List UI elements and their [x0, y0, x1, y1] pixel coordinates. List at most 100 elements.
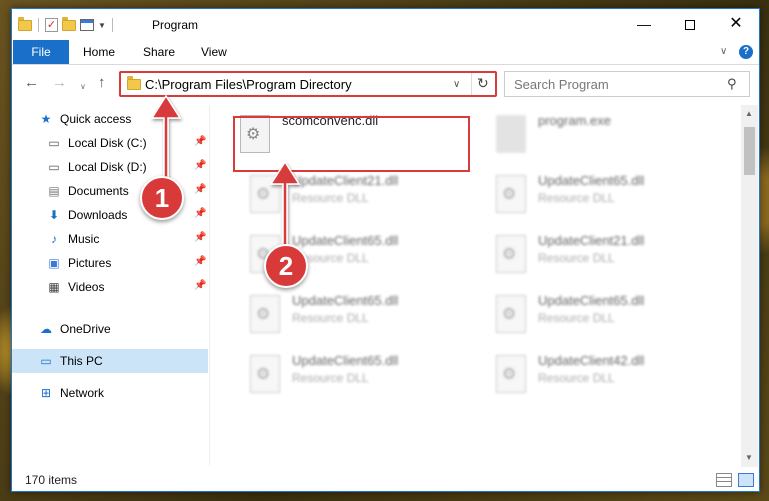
pin-icon[interactable]: 📌: [194, 136, 206, 147]
address-bar[interactable]: C:\Program Files\Program Directory ∨ ↻: [119, 71, 497, 97]
exe-file-icon: [496, 115, 526, 153]
search-placeholder[interactable]: Search Program: [514, 77, 609, 92]
star-icon: ★: [40, 112, 52, 126]
documents-icon: ▤: [48, 184, 60, 198]
file-name: UpdateClient42.dll: [538, 353, 645, 368]
folder-icon: [18, 16, 32, 31]
ribbon-tabs: File Home Share View ∨ ?: [12, 40, 759, 65]
explorer-window: ✓ ▼ Program — ✕ File Home Share View ∨ ?…: [11, 8, 760, 492]
file-item[interactable]: UpdateClient42.dll Resource DLL: [492, 349, 732, 403]
forward-arrow-icon[interactable]: →: [52, 73, 67, 93]
dll-file-icon: [496, 355, 526, 393]
pin-icon[interactable]: 📌: [194, 256, 206, 267]
file-item-scomconvenc[interactable]: scomconvenc.dll: [236, 109, 476, 163]
item-count: 170 items: [25, 473, 78, 487]
dll-file-icon: [496, 295, 526, 333]
properties-icon[interactable]: [80, 19, 94, 31]
sidebar-item-local-disk-d[interactable]: ▭ Local Disk (D:) 📌: [12, 155, 208, 179]
new-folder-icon[interactable]: [62, 16, 76, 31]
address-dropdown-icon[interactable]: ∨: [453, 79, 460, 90]
address-path[interactable]: C:\Program Files\Program Directory: [145, 77, 352, 92]
status-bar: 170 items: [12, 469, 759, 491]
sidebar-item-onedrive[interactable]: ☁ OneDrive: [12, 317, 208, 341]
pictures-icon: ▣: [48, 256, 60, 270]
tab-view[interactable]: View: [201, 40, 227, 64]
maximize-button[interactable]: [667, 9, 713, 39]
computer-icon: ▭: [40, 354, 52, 368]
callout-step-2: 2: [264, 244, 308, 288]
scroll-thumb[interactable]: [744, 127, 755, 175]
sidebar-item-music[interactable]: ♪ Music 📌: [12, 227, 208, 251]
expand-ribbon-icon[interactable]: ∨: [720, 46, 727, 57]
dll-file-icon: [250, 355, 280, 393]
sidebar-item-pictures[interactable]: ▣ Pictures 📌: [12, 251, 208, 275]
help-icon[interactable]: ?: [739, 45, 753, 59]
sidebar-item-label: Videos: [68, 280, 105, 294]
sidebar-item-label: Network: [60, 386, 105, 400]
file-type: Resource DLL: [292, 191, 369, 205]
pin-icon[interactable]: 📌: [194, 280, 206, 291]
music-icon: ♪: [51, 232, 57, 246]
recent-locations-icon[interactable]: ∨: [80, 77, 86, 97]
sidebar-item-videos[interactable]: ▦ Videos 📌: [12, 275, 208, 299]
back-arrow-icon[interactable]: ←: [24, 73, 39, 93]
search-box[interactable]: Search Program ⚲: [504, 71, 750, 97]
customize-dropdown-icon[interactable]: ▼: [98, 21, 106, 30]
scroll-down-icon[interactable]: ▼: [745, 453, 753, 462]
pin-icon[interactable]: 📌: [194, 232, 206, 243]
tab-home[interactable]: Home: [83, 40, 115, 64]
close-button[interactable]: ✕: [713, 9, 759, 39]
file-item[interactable]: UpdateClient21.dll Resource DLL: [246, 169, 486, 223]
callout-step-1: 1: [140, 176, 184, 220]
file-name: UpdateClient65.dll: [292, 353, 399, 368]
sidebar-item-label: This PC: [60, 354, 103, 368]
address-divider: [471, 73, 472, 95]
drive-icon: ▭: [48, 136, 60, 150]
navigation-pane: ★ Quick access ▭ Local Disk (C:) 📌 ▭ Loc…: [12, 105, 208, 465]
up-arrow-icon[interactable]: ↑: [98, 73, 106, 93]
file-item[interactable]: UpdateClient65.dll Resource DLL: [492, 169, 732, 223]
dll-file-icon: [240, 115, 270, 153]
file-type: Resource DLL: [538, 251, 615, 265]
file-type: Resource DLL: [538, 371, 615, 385]
dll-file-icon: [250, 175, 280, 213]
pin-icon[interactable]: 📌: [194, 184, 206, 195]
properties-check-icon[interactable]: ✓: [45, 18, 58, 32]
sidebar-item-label: Pictures: [68, 256, 112, 270]
file-name: UpdateClient65.dll: [538, 173, 645, 188]
file-type: Resource DLL: [292, 371, 369, 385]
title-bar: ✓ ▼ Program — ✕: [12, 9, 759, 39]
refresh-icon[interactable]: ↻: [477, 75, 489, 92]
download-icon: ⬇: [48, 208, 60, 222]
file-item[interactable]: UpdateClient65.dll Resource DLL: [492, 289, 732, 343]
maximize-icon: [685, 20, 695, 31]
file-item[interactable]: UpdateClient65.dll Resource DLL: [246, 289, 486, 343]
minimize-button[interactable]: —: [621, 9, 667, 39]
tab-share[interactable]: Share: [143, 40, 175, 64]
sidebar-item-quick-access[interactable]: ★ Quick access: [12, 107, 208, 131]
pin-icon[interactable]: 📌: [194, 208, 206, 219]
sidebar-item-label: Music: [68, 232, 100, 246]
scroll-up-icon[interactable]: ▲: [745, 109, 753, 118]
details-view-icon[interactable]: [716, 473, 732, 487]
sidebar-item-this-pc[interactable]: ▭ This PC: [12, 349, 208, 373]
search-icon[interactable]: ⚲: [727, 76, 737, 92]
file-item[interactable]: UpdateClient21.dll Resource DLL: [492, 229, 732, 283]
sidebar-item-local-disk-c[interactable]: ▭ Local Disk (C:) 📌: [12, 131, 208, 155]
dll-file-icon: [250, 295, 280, 333]
sidebar-item-label: Local Disk (C:): [68, 136, 147, 150]
tiles-view-icon[interactable]: [738, 473, 754, 487]
file-list: scomconvenc.dll program.exe UpdateClient…: [220, 105, 740, 465]
tab-file[interactable]: File: [13, 40, 69, 64]
network-icon: ⊞: [40, 386, 52, 400]
file-item-program-exe[interactable]: program.exe: [492, 109, 732, 163]
quick-access-toolbar: ✓ ▼: [18, 16, 115, 34]
toolbar-divider: [38, 18, 39, 32]
file-name: scomconvenc.dll: [282, 113, 379, 128]
sidebar-item-network[interactable]: ⊞ Network: [12, 381, 208, 405]
file-name: UpdateClient21.dll: [292, 173, 399, 188]
file-item[interactable]: UpdateClient65.dll Resource DLL: [246, 349, 486, 403]
pin-icon[interactable]: 📌: [194, 160, 206, 171]
sidebar-item-label: Documents: [68, 184, 129, 198]
vertical-scrollbar[interactable]: ▲ ▼: [741, 105, 758, 467]
